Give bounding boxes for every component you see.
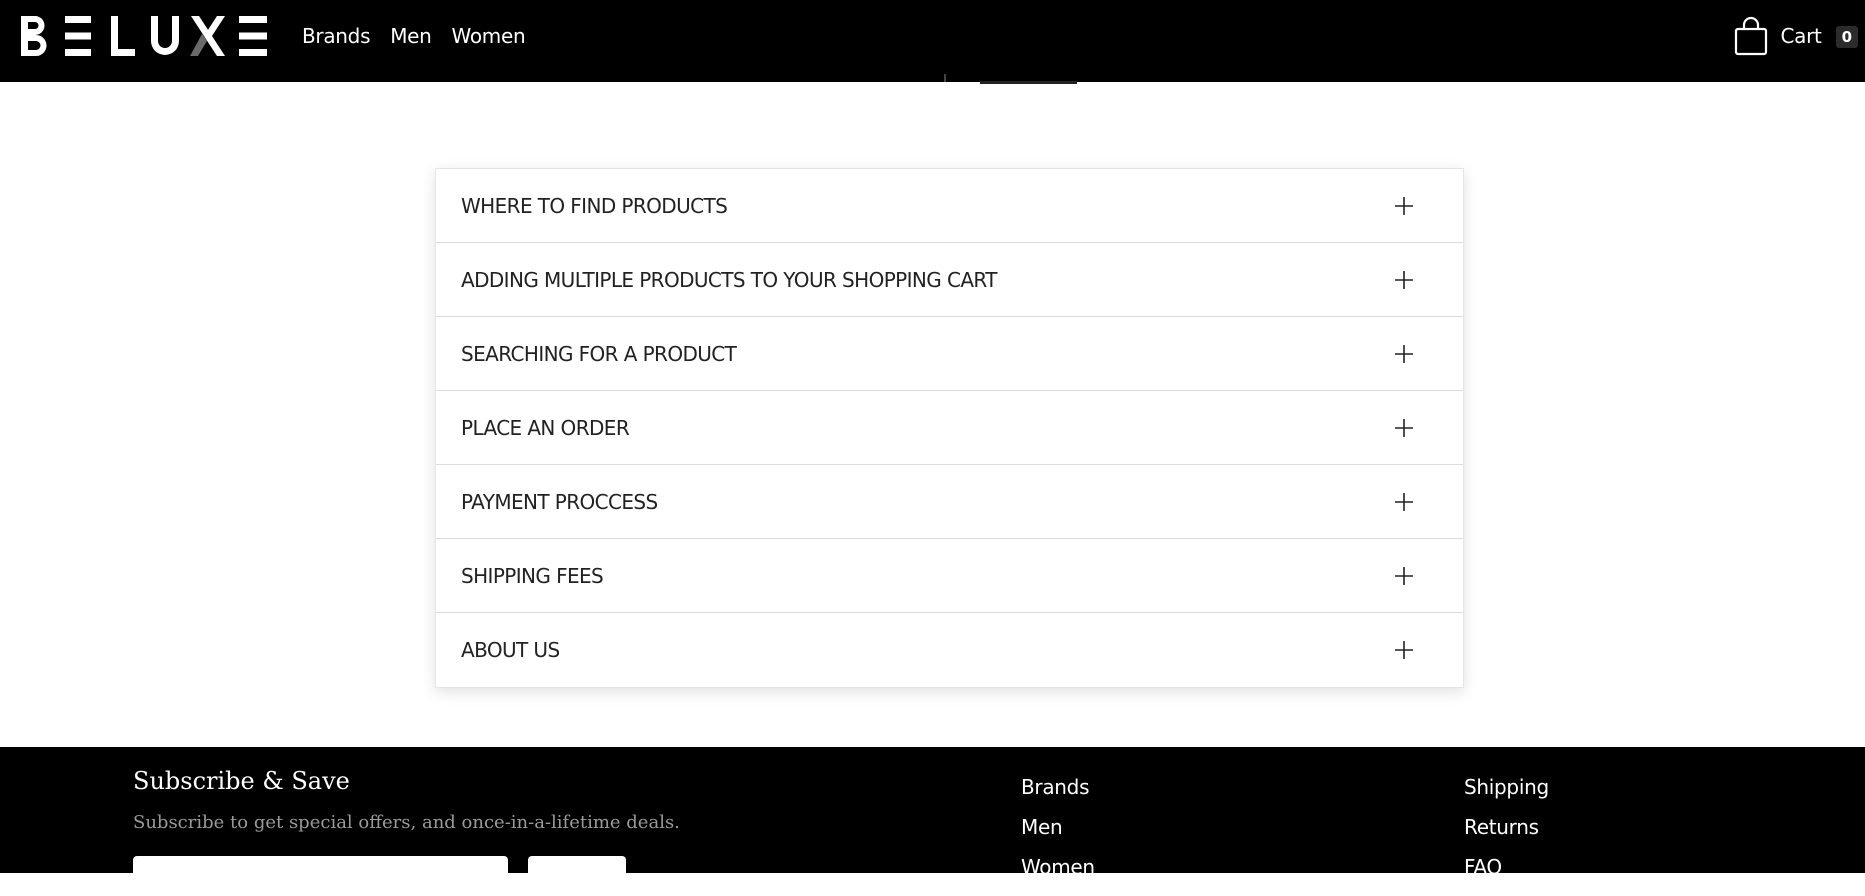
beluxe-logo[interactable] <box>19 14 271 58</box>
subscribe-description: Subscribe to get special offers, and onc… <box>133 812 680 833</box>
footer-link-brands[interactable]: Brands <box>1021 775 1095 799</box>
footer-link-shipping[interactable]: Shipping <box>1464 775 1549 799</box>
email-input[interactable] <box>133 856 508 896</box>
footer-column-shop: Brands Men Women <box>1021 775 1095 879</box>
footer-link-men[interactable]: Men <box>1021 815 1095 839</box>
faq-item-where-to-find-products[interactable]: WHERE TO FIND PRODUCTS <box>436 169 1463 243</box>
site-footer: Subscribe & Save Subscribe to get specia… <box>0 747 1865 896</box>
plus-icon[interactable] <box>1394 344 1414 364</box>
faq-item-title: SEARCHING FOR A PRODUCT <box>461 342 737 366</box>
shopping-bag-icon <box>1735 16 1768 56</box>
site-header: Brands Men Women Cart 0 <box>0 0 1865 82</box>
cart-button[interactable]: Cart 0 <box>1734 16 1858 56</box>
plus-icon[interactable] <box>1394 196 1414 216</box>
footer-column-help: Shipping Returns FAQ <box>1464 775 1549 879</box>
faq-item-title: PLACE AN ORDER <box>461 416 630 440</box>
cart-count-badge: 0 <box>1835 26 1858 48</box>
subscribe-button[interactable] <box>528 856 626 896</box>
faq-item-searching-for-a-product[interactable]: SEARCHING FOR A PRODUCT <box>436 317 1463 391</box>
plus-icon[interactable] <box>1394 492 1414 512</box>
plus-icon[interactable] <box>1394 270 1414 290</box>
partial-content-fragment <box>944 74 946 82</box>
faq-item-title: PAYMENT PROCCESS <box>461 490 658 514</box>
nav-link-men[interactable]: Men <box>390 24 432 48</box>
footer-link-returns[interactable]: Returns <box>1464 815 1549 839</box>
nav-link-women[interactable]: Women <box>452 24 526 48</box>
faq-item-adding-multiple-products[interactable]: ADDING MULTIPLE PRODUCTS TO YOUR SHOPPIN… <box>436 243 1463 317</box>
footer-link-faq[interactable]: FAQ <box>1464 855 1549 879</box>
faq-item-place-an-order[interactable]: PLACE AN ORDER <box>436 391 1463 465</box>
plus-icon[interactable] <box>1394 418 1414 438</box>
footer-link-women[interactable]: Women <box>1021 855 1095 879</box>
nav-link-brands[interactable]: Brands <box>302 24 371 48</box>
faq-accordion: WHERE TO FIND PRODUCTS ADDING MULTIPLE P… <box>435 168 1464 688</box>
plus-icon[interactable] <box>1394 640 1414 660</box>
plus-icon[interactable] <box>1394 566 1414 586</box>
faq-item-payment-process[interactable]: PAYMENT PROCCESS <box>436 465 1463 539</box>
faq-item-title: ADDING MULTIPLE PRODUCTS TO YOUR SHOPPIN… <box>461 268 997 292</box>
main-nav: Brands Men Women <box>302 24 526 48</box>
faq-item-title: WHERE TO FIND PRODUCTS <box>461 194 728 218</box>
faq-item-about-us[interactable]: ABOUT US <box>436 613 1463 687</box>
faq-item-shipping-fees[interactable]: SHIPPING FEES <box>436 539 1463 613</box>
cart-label: Cart <box>1780 24 1822 48</box>
faq-item-title: ABOUT US <box>461 638 560 662</box>
faq-item-title: SHIPPING FEES <box>461 564 604 588</box>
partial-link-underline <box>980 81 1077 84</box>
subscribe-title: Subscribe & Save <box>133 767 350 795</box>
